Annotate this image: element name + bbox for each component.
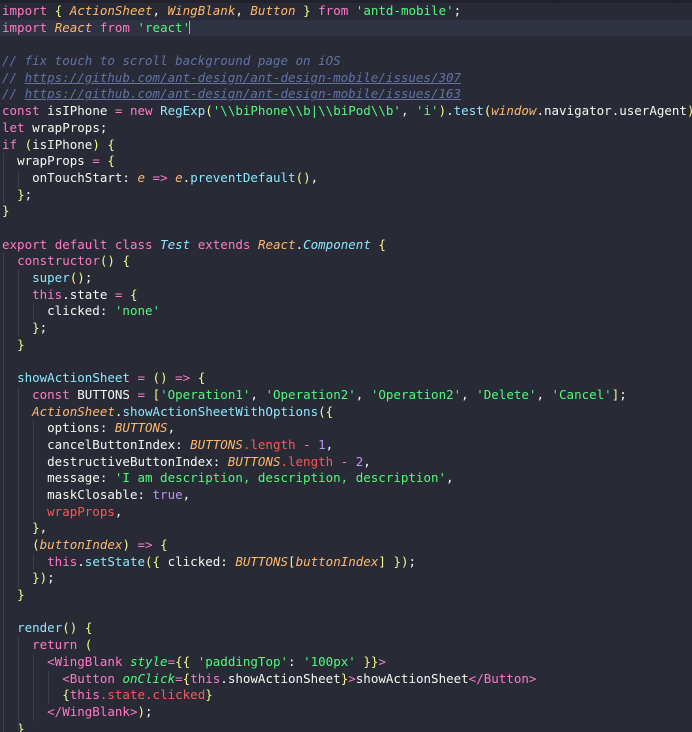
code-line[interactable]	[0, 36, 692, 53]
text-cursor	[189, 20, 191, 34]
code-line[interactable]: onTouchStart: e => e.preventDefault(),	[0, 169, 692, 187]
code-line-comment[interactable]: // https://github.com/ant-design/ant-des…	[0, 86, 692, 103]
code-line[interactable]: showActionSheet = () => {	[0, 370, 692, 387]
code-line[interactable]: cancelButtonIndex: BUTTONS.length - 1,	[0, 436, 692, 454]
code-editor[interactable]: import { ActionSheet, WingBlank, Button …	[0, 0, 692, 732]
code-line[interactable]	[0, 603, 692, 621]
code-line[interactable]: }	[0, 587, 692, 604]
code-line[interactable]: }	[0, 203, 692, 220]
code-line[interactable]: destructiveButtonIndex: BUTTONS.length -…	[0, 453, 692, 471]
code-line[interactable]: clicked: 'none'	[0, 303, 692, 321]
code-line[interactable]: wrapProps = {	[0, 153, 692, 170]
code-line[interactable]: return (	[0, 637, 692, 654]
code-line[interactable]: constructor() {	[0, 253, 692, 270]
code-line[interactable]: };	[0, 320, 692, 337]
code-line[interactable]: message: 'I am description, description,…	[0, 470, 692, 487]
code-line[interactable]: wrapProps,	[0, 503, 692, 521]
code-line[interactable]: {this.state.clicked}	[0, 687, 692, 704]
code-line[interactable]: import { ActionSheet, WingBlank, Button …	[0, 3, 692, 20]
code-line-clipped[interactable]: }	[0, 720, 692, 732]
code-line[interactable]: super();	[0, 270, 692, 287]
code-line-comment[interactable]: // fix touch to scroll background page o…	[0, 53, 692, 70]
code-line[interactable]: </WingBlank>);	[0, 703, 692, 721]
code-line[interactable]: export default class Test extends React.…	[0, 237, 692, 254]
code-line[interactable]: const BUTTONS = ['Operation1', 'Operatio…	[0, 386, 692, 404]
code-line[interactable]	[0, 220, 692, 237]
code-line[interactable]: render() {	[0, 620, 692, 638]
code-line[interactable]: this.setState({ clicked: BUTTONS[buttonI…	[0, 553, 692, 571]
code-line-comment[interactable]: // https://github.com/ant-design/ant-des…	[0, 70, 692, 87]
code-line[interactable]: },	[0, 520, 692, 537]
code-line[interactable]: <Button onClick={this.showActionSheet}>s…	[0, 670, 692, 688]
code-line[interactable]: options: BUTTONS,	[0, 420, 692, 437]
code-line[interactable]	[0, 353, 692, 371]
code-line[interactable]: this.state = {	[0, 286, 692, 304]
code-line[interactable]: maskClosable: true,	[0, 486, 692, 504]
code-line[interactable]: let wrapProps;	[0, 120, 692, 137]
code-line[interactable]: }	[0, 336, 692, 354]
code-line[interactable]: };	[0, 186, 692, 204]
code-line[interactable]: const isIPhone = new RegExp('\\biPhone\\…	[0, 103, 692, 120]
code-line[interactable]: ActionSheet.showActionSheetWithOptions({	[0, 403, 692, 421]
code-content[interactable]: import { ActionSheet, WingBlank, Button …	[0, 3, 692, 732]
code-line[interactable]: if (isIPhone) {	[0, 137, 692, 154]
code-line[interactable]: (buttonIndex) => {	[0, 537, 692, 554]
code-line[interactable]: });	[0, 570, 692, 588]
code-line[interactable]: <WingBlank style={{ 'paddingTop': '100px…	[0, 653, 692, 671]
code-line-current[interactable]: import React from 'react'	[0, 19, 692, 37]
